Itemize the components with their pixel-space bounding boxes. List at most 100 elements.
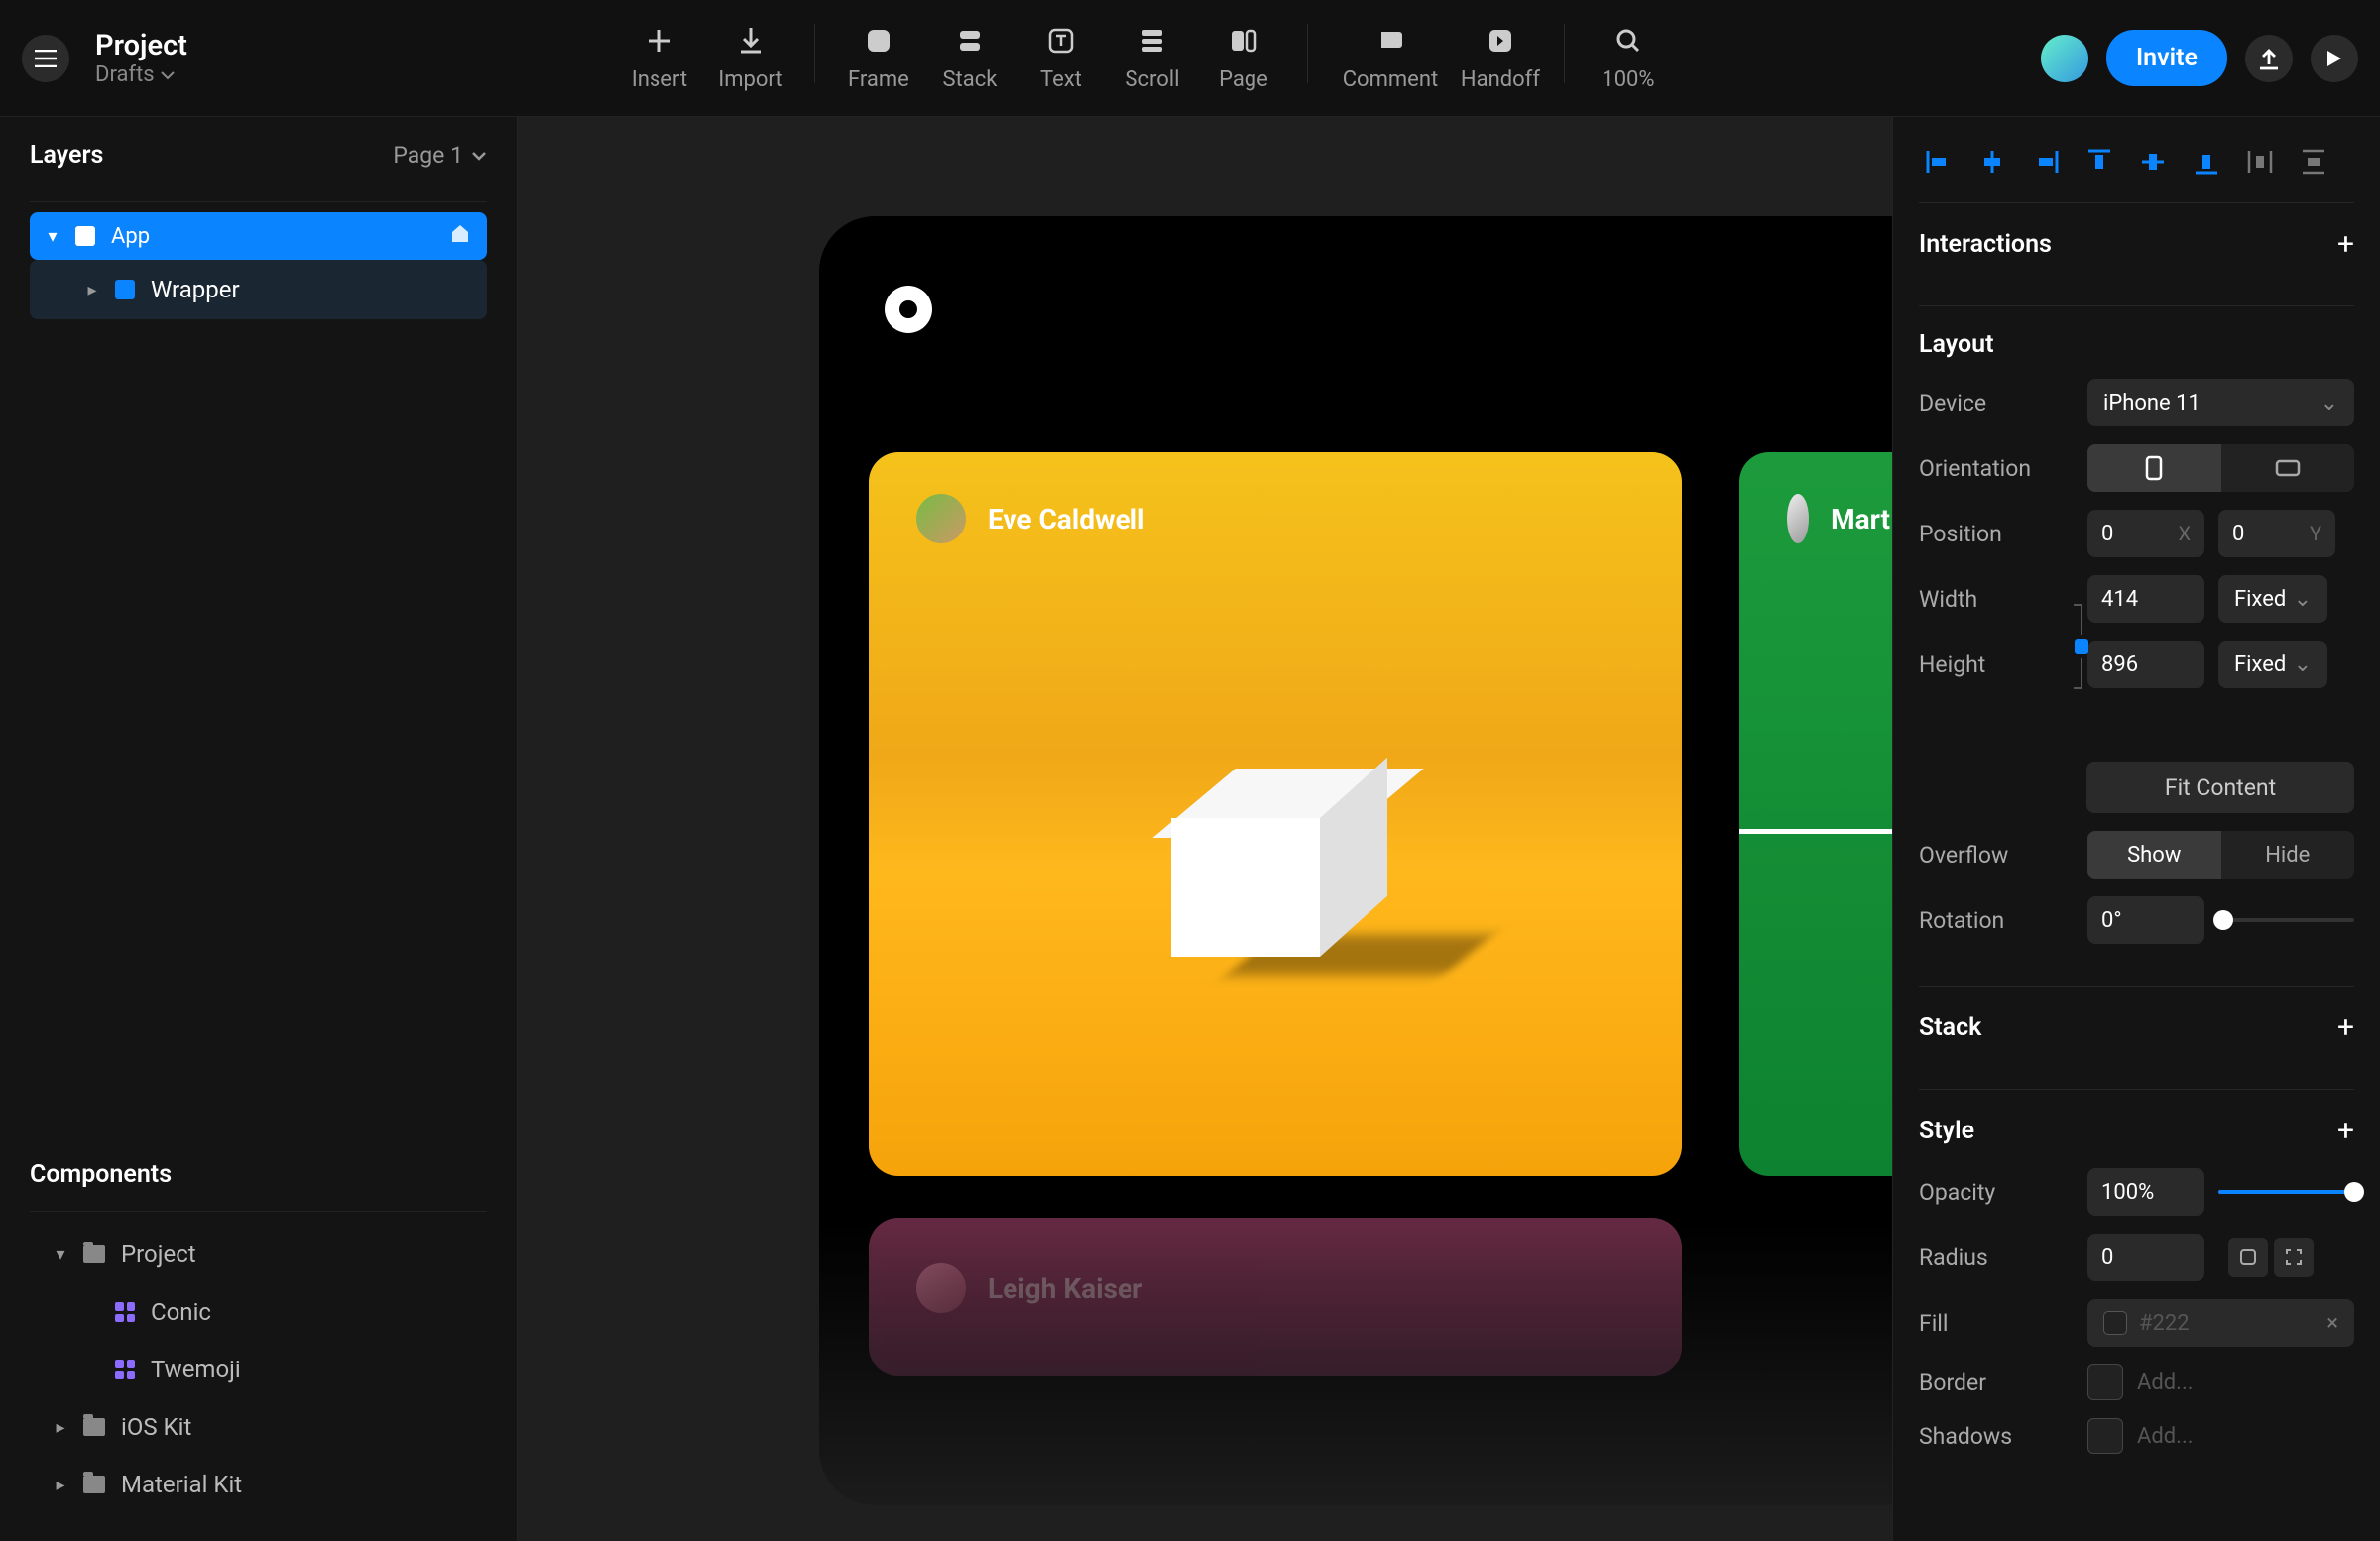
chevron-down-icon — [161, 70, 175, 80]
border-label: Border — [1919, 1369, 2087, 1396]
comp-material-kit[interactable]: ▸ Material Kit — [30, 1456, 487, 1513]
stack-icon — [957, 28, 983, 54]
opacity-label: Opacity — [1919, 1179, 2087, 1206]
menu-button[interactable] — [22, 35, 69, 82]
portrait-icon — [2145, 455, 2163, 481]
zoom-tool[interactable]: 100% — [1583, 24, 1674, 92]
add-stack[interactable]: + — [2337, 1010, 2354, 1045]
style-title: Style — [1919, 1117, 1974, 1145]
rotation-input[interactable] — [2087, 896, 2204, 944]
height-label: Height — [1919, 652, 2087, 678]
device-select[interactable]: iPhone 11 ⌄ — [2087, 379, 2354, 426]
play-icon — [2325, 49, 2343, 68]
shadow-swatch[interactable] — [2087, 1418, 2123, 1454]
lock-aspect[interactable] — [2070, 599, 2093, 694]
height-mode-select[interactable]: Fixed⌄ — [2218, 641, 2327, 688]
avatar — [916, 494, 966, 543]
handoff-tool[interactable]: Handoff — [1455, 24, 1546, 92]
comp-conic[interactable]: Conic — [30, 1283, 487, 1341]
align-top[interactable] — [2080, 145, 2119, 178]
align-left[interactable] — [1919, 145, 1959, 178]
overflow-hide[interactable]: Hide — [2221, 831, 2355, 879]
radius-input[interactable] — [2087, 1234, 2204, 1281]
overflow-label: Overflow — [1919, 842, 2087, 869]
fill-input[interactable]: #222 × — [2087, 1299, 2354, 1347]
hamburger-icon — [35, 50, 57, 67]
card-mart[interactable]: Mart — [1739, 452, 1892, 1176]
frame-icon — [75, 226, 95, 246]
import-tool[interactable]: Import — [705, 24, 796, 92]
shadows-label: Shadows — [1919, 1423, 2087, 1450]
upload-button[interactable] — [2245, 35, 2293, 82]
frame-icon — [866, 28, 892, 54]
distribute-h[interactable] — [2240, 145, 2280, 178]
orientation-landscape[interactable] — [2221, 444, 2355, 492]
comment-icon — [1377, 28, 1403, 54]
card-eve[interactable]: Eve Caldwell — [869, 452, 1682, 1176]
comp-twemoji[interactable]: Twemoji — [30, 1341, 487, 1398]
add-interaction[interactable]: + — [2337, 227, 2354, 262]
border-swatch[interactable] — [2087, 1364, 2123, 1400]
border-add[interactable]: Add... — [2137, 1370, 2194, 1395]
invite-button[interactable]: Invite — [2106, 30, 2227, 86]
canvas[interactable]: Eve Caldwell — [518, 117, 1892, 1541]
insert-tool[interactable]: Insert — [614, 24, 705, 92]
play-button[interactable] — [2311, 35, 2358, 82]
page-tool[interactable]: Page — [1198, 24, 1289, 92]
landscape-icon — [2275, 459, 2301, 477]
page-selector[interactable]: Page 1 — [393, 142, 487, 169]
shadow-add[interactable]: Add... — [2137, 1424, 2194, 1449]
add-style[interactable]: + — [2337, 1114, 2354, 1148]
folder-icon — [83, 1245, 105, 1263]
plus-icon — [646, 27, 673, 55]
upload-icon — [2258, 47, 2280, 70]
comment-tool[interactable]: Comment — [1326, 24, 1455, 92]
frame-icon — [115, 280, 135, 299]
drafts-dropdown[interactable]: Drafts — [95, 62, 187, 87]
components-title: Components — [30, 1160, 487, 1189]
layer-app[interactable]: ▾ App — [30, 212, 487, 260]
opacity-slider[interactable] — [2218, 1190, 2354, 1194]
scroll-icon — [1139, 28, 1165, 54]
distribute-v[interactable] — [2294, 145, 2333, 178]
layer-wrapper[interactable]: ▸ Wrapper — [30, 260, 487, 319]
folder-icon — [83, 1418, 105, 1436]
scroll-tool[interactable]: Scroll — [1107, 24, 1198, 92]
opacity-input[interactable] — [2087, 1168, 2204, 1216]
chevron-down-icon: ⌄ — [2320, 391, 2338, 415]
radius-per-corner-icon[interactable] — [2274, 1238, 2314, 1277]
height-input[interactable] — [2087, 641, 2204, 688]
align-bottom[interactable] — [2187, 145, 2226, 178]
width-input[interactable] — [2087, 575, 2204, 623]
layout-title: Layout — [1919, 330, 1994, 359]
device-frame[interactable]: Eve Caldwell — [819, 216, 1892, 1505]
overflow-show[interactable]: Show — [2087, 831, 2221, 879]
search-icon — [1615, 28, 1641, 54]
avatar — [916, 1263, 966, 1313]
card-leigh[interactable]: Leigh Kaiser — [869, 1218, 1682, 1376]
comp-ios-kit[interactable]: ▸ iOS Kit — [30, 1398, 487, 1456]
align-center-v[interactable] — [2133, 145, 2173, 178]
device-label: Device — [1919, 390, 2087, 416]
align-right[interactable] — [2026, 145, 2066, 178]
fit-content-button[interactable]: Fit Content — [2086, 762, 2354, 813]
download-icon — [738, 26, 764, 56]
text-tool[interactable]: Text — [1015, 24, 1107, 92]
width-mode-select[interactable]: Fixed⌄ — [2218, 575, 2327, 623]
orientation-portrait[interactable] — [2087, 444, 2221, 492]
rotation-slider[interactable] — [2218, 918, 2354, 922]
width-label: Width — [1919, 586, 2087, 613]
component-icon — [115, 1360, 135, 1379]
frame-tool[interactable]: Frame — [833, 24, 924, 92]
clear-fill[interactable]: × — [2326, 1311, 2338, 1336]
align-center-h[interactable] — [1972, 145, 2012, 178]
radius-all-icon[interactable] — [2228, 1238, 2268, 1277]
component-icon — [115, 1302, 135, 1322]
handoff-icon — [1488, 28, 1513, 54]
cube-image — [1171, 769, 1379, 947]
orientation-label: Orientation — [1919, 455, 2087, 482]
position-label: Position — [1919, 521, 2087, 547]
stack-tool[interactable]: Stack — [924, 24, 1015, 92]
comp-project[interactable]: ▾ Project — [30, 1226, 487, 1283]
user-avatar[interactable] — [2041, 35, 2088, 82]
